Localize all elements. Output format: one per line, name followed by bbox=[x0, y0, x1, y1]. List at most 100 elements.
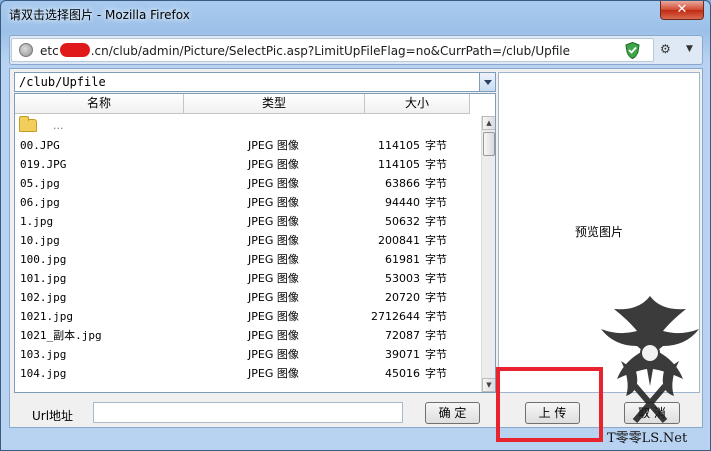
file-row[interactable]: 019.JPG JPEG 图像 114105 字节 bbox=[15, 155, 481, 174]
file-name: 103.jpg bbox=[20, 348, 67, 361]
file-row[interactable]: 102.jpg JPEG 图像 20720 字节 bbox=[15, 288, 481, 307]
file-row[interactable]: 1021_副本.jpg JPEG 图像 72087 字节 bbox=[15, 326, 481, 345]
file-size-unit: 字节 bbox=[425, 177, 447, 190]
parent-folder-label: ... bbox=[53, 119, 64, 132]
file-type: JPEG 图像 bbox=[248, 177, 299, 190]
file-row[interactable]: 103.jpg JPEG 图像 39071 字节 bbox=[15, 345, 481, 364]
highlight-annotation-box bbox=[496, 367, 603, 442]
confirm-button[interactable]: 确 定 bbox=[425, 402, 480, 424]
file-type: JPEG 图像 bbox=[248, 196, 299, 209]
file-size-unit: 字节 bbox=[425, 272, 447, 285]
file-type: JPEG 图像 bbox=[248, 291, 299, 304]
scroll-down-icon[interactable]: ▼ bbox=[482, 378, 495, 392]
address-bar: etc .cn/club/admin/Picture/SelectPic.asp?… bbox=[9, 35, 703, 65]
path-value: /club/Upfile bbox=[19, 75, 106, 89]
tools-icon[interactable]: ⚙ bbox=[660, 42, 676, 56]
file-row[interactable]: 100.jpg JPEG 图像 61981 字节 bbox=[15, 250, 481, 269]
column-header-name[interactable]: 名称 bbox=[15, 94, 184, 114]
file-size-unit: 字节 bbox=[425, 291, 447, 304]
file-type: JPEG 图像 bbox=[248, 310, 299, 323]
file-name: 1021_副本.jpg bbox=[20, 329, 102, 342]
file-size-unit: 字节 bbox=[425, 158, 447, 171]
file-size-unit: 字节 bbox=[425, 139, 447, 152]
preview-placeholder: 预览图片 bbox=[574, 225, 623, 239]
file-type: JPEG 图像 bbox=[248, 158, 299, 171]
file-row[interactable]: 10.jpg JPEG 图像 200841 字节 bbox=[15, 231, 481, 250]
file-size: 53003 bbox=[385, 272, 420, 285]
file-size: 114105 bbox=[378, 158, 420, 171]
vertical-scrollbar[interactable]: ▲ ▼ bbox=[481, 116, 495, 392]
dropdown-arrow-icon[interactable] bbox=[479, 73, 495, 91]
url-input[interactable] bbox=[93, 402, 403, 423]
file-size: 20720 bbox=[385, 291, 420, 304]
column-header-size[interactable]: 大小 bbox=[365, 94, 470, 114]
file-name: 102.jpg bbox=[20, 291, 67, 304]
window-title: 请双击选择图片 - Mozilla Firefox bbox=[9, 8, 190, 22]
file-size: 72087 bbox=[385, 329, 420, 342]
file-name: 06.jpg bbox=[20, 196, 60, 209]
file-size: 39071 bbox=[385, 348, 420, 361]
file-size-unit: 字节 bbox=[425, 234, 447, 247]
file-name: 104.jpg bbox=[20, 367, 67, 380]
watermark-text: T零零LS.Net bbox=[607, 431, 688, 446]
url-field[interactable]: etc .cn/club/admin/Picture/SelectPic.asp?… bbox=[11, 38, 654, 62]
column-header-type[interactable]: 类型 bbox=[184, 94, 365, 114]
file-rows: ... 00.JPG JPEG 图像 114105 字节 019.JPG JPEG 图像… bbox=[15, 116, 481, 383]
file-size-unit: 字节 bbox=[425, 253, 447, 266]
file-name: 00.JPG bbox=[20, 139, 60, 152]
file-size: 63866 bbox=[385, 177, 420, 190]
file-row[interactable]: 1.jpg JPEG 图像 50632 字节 bbox=[15, 212, 481, 231]
file-name: 1021.jpg bbox=[20, 310, 73, 323]
file-size-unit: 字节 bbox=[425, 196, 447, 209]
file-type: JPEG 图像 bbox=[248, 329, 299, 342]
file-row[interactable]: 05.jpg JPEG 图像 63866 字节 bbox=[15, 174, 481, 193]
folder-icon bbox=[19, 116, 37, 132]
file-name: 019.JPG bbox=[20, 158, 67, 171]
file-size-unit: 字节 bbox=[425, 348, 447, 361]
file-size: 50632 bbox=[385, 215, 420, 228]
file-type: JPEG 图像 bbox=[248, 348, 299, 361]
close-button[interactable]: ✕ bbox=[660, 1, 704, 20]
chevron-down-icon[interactable]: ▼ bbox=[686, 40, 698, 58]
file-row[interactable]: 101.jpg JPEG 图像 53003 字节 bbox=[15, 269, 481, 288]
file-type: JPEG 图像 bbox=[248, 234, 299, 247]
file-type: JPEG 图像 bbox=[248, 272, 299, 285]
title-bar[interactable]: 请双击选择图片 - Mozilla Firefox ✕ bbox=[1, 1, 710, 27]
scroll-up-icon[interactable]: ▲ bbox=[482, 116, 495, 130]
file-size: 2712644 bbox=[371, 310, 420, 323]
file-name: 101.jpg bbox=[20, 272, 67, 285]
file-type: JPEG 图像 bbox=[248, 139, 299, 152]
file-row[interactable]: 1021.jpg JPEG 图像 2712644 字节 bbox=[15, 307, 481, 326]
url-suffix: .cn/club/admin/Picture/SelectPic.asp?Lim… bbox=[90, 44, 570, 58]
file-row[interactable]: 00.JPG JPEG 图像 114105 字节 bbox=[15, 136, 481, 155]
file-type: JPEG 图像 bbox=[248, 253, 299, 266]
url-text[interactable]: etc .cn/club/admin/Picture/SelectPic.asp?… bbox=[40, 43, 630, 58]
path-dropdown[interactable]: /club/Upfile bbox=[14, 72, 496, 92]
parent-folder-row[interactable]: ... bbox=[15, 116, 481, 136]
file-name: 05.jpg bbox=[20, 177, 60, 190]
url-prefix: etc bbox=[40, 44, 59, 58]
shield-icon[interactable] bbox=[625, 42, 640, 59]
scroll-thumb[interactable] bbox=[483, 132, 495, 156]
redaction-mark bbox=[59, 43, 90, 57]
file-type: JPEG 图像 bbox=[248, 367, 299, 380]
file-size-unit: 字节 bbox=[425, 367, 447, 380]
file-row[interactable]: 06.jpg JPEG 图像 94440 字节 bbox=[15, 193, 481, 212]
file-row[interactable]: 104.jpg JPEG 图像 45016 字节 bbox=[15, 364, 481, 383]
file-size: 200841 bbox=[378, 234, 420, 247]
file-size: 94440 bbox=[385, 196, 420, 209]
file-type: JPEG 图像 bbox=[248, 215, 299, 228]
file-list: 名称 类型 大小 ... 00.JPG JPEG 图像 114105 字节 019.J… bbox=[14, 93, 496, 393]
file-name: 1.jpg bbox=[20, 215, 54, 228]
file-size: 61981 bbox=[385, 253, 420, 266]
url-label: Url地址 bbox=[32, 409, 74, 423]
file-size: 45016 bbox=[385, 367, 420, 380]
browser-window: 请双击选择图片 - Mozilla Firefox ✕ etc .cn/club/… bbox=[0, 0, 711, 451]
file-name: 100.jpg bbox=[20, 253, 67, 266]
file-size: 114105 bbox=[378, 139, 420, 152]
file-size-unit: 字节 bbox=[425, 215, 447, 228]
file-name: 10.jpg bbox=[20, 234, 60, 247]
watermark-logo bbox=[601, 296, 699, 423]
globe-icon bbox=[19, 43, 33, 57]
file-size-unit: 字节 bbox=[425, 329, 447, 342]
